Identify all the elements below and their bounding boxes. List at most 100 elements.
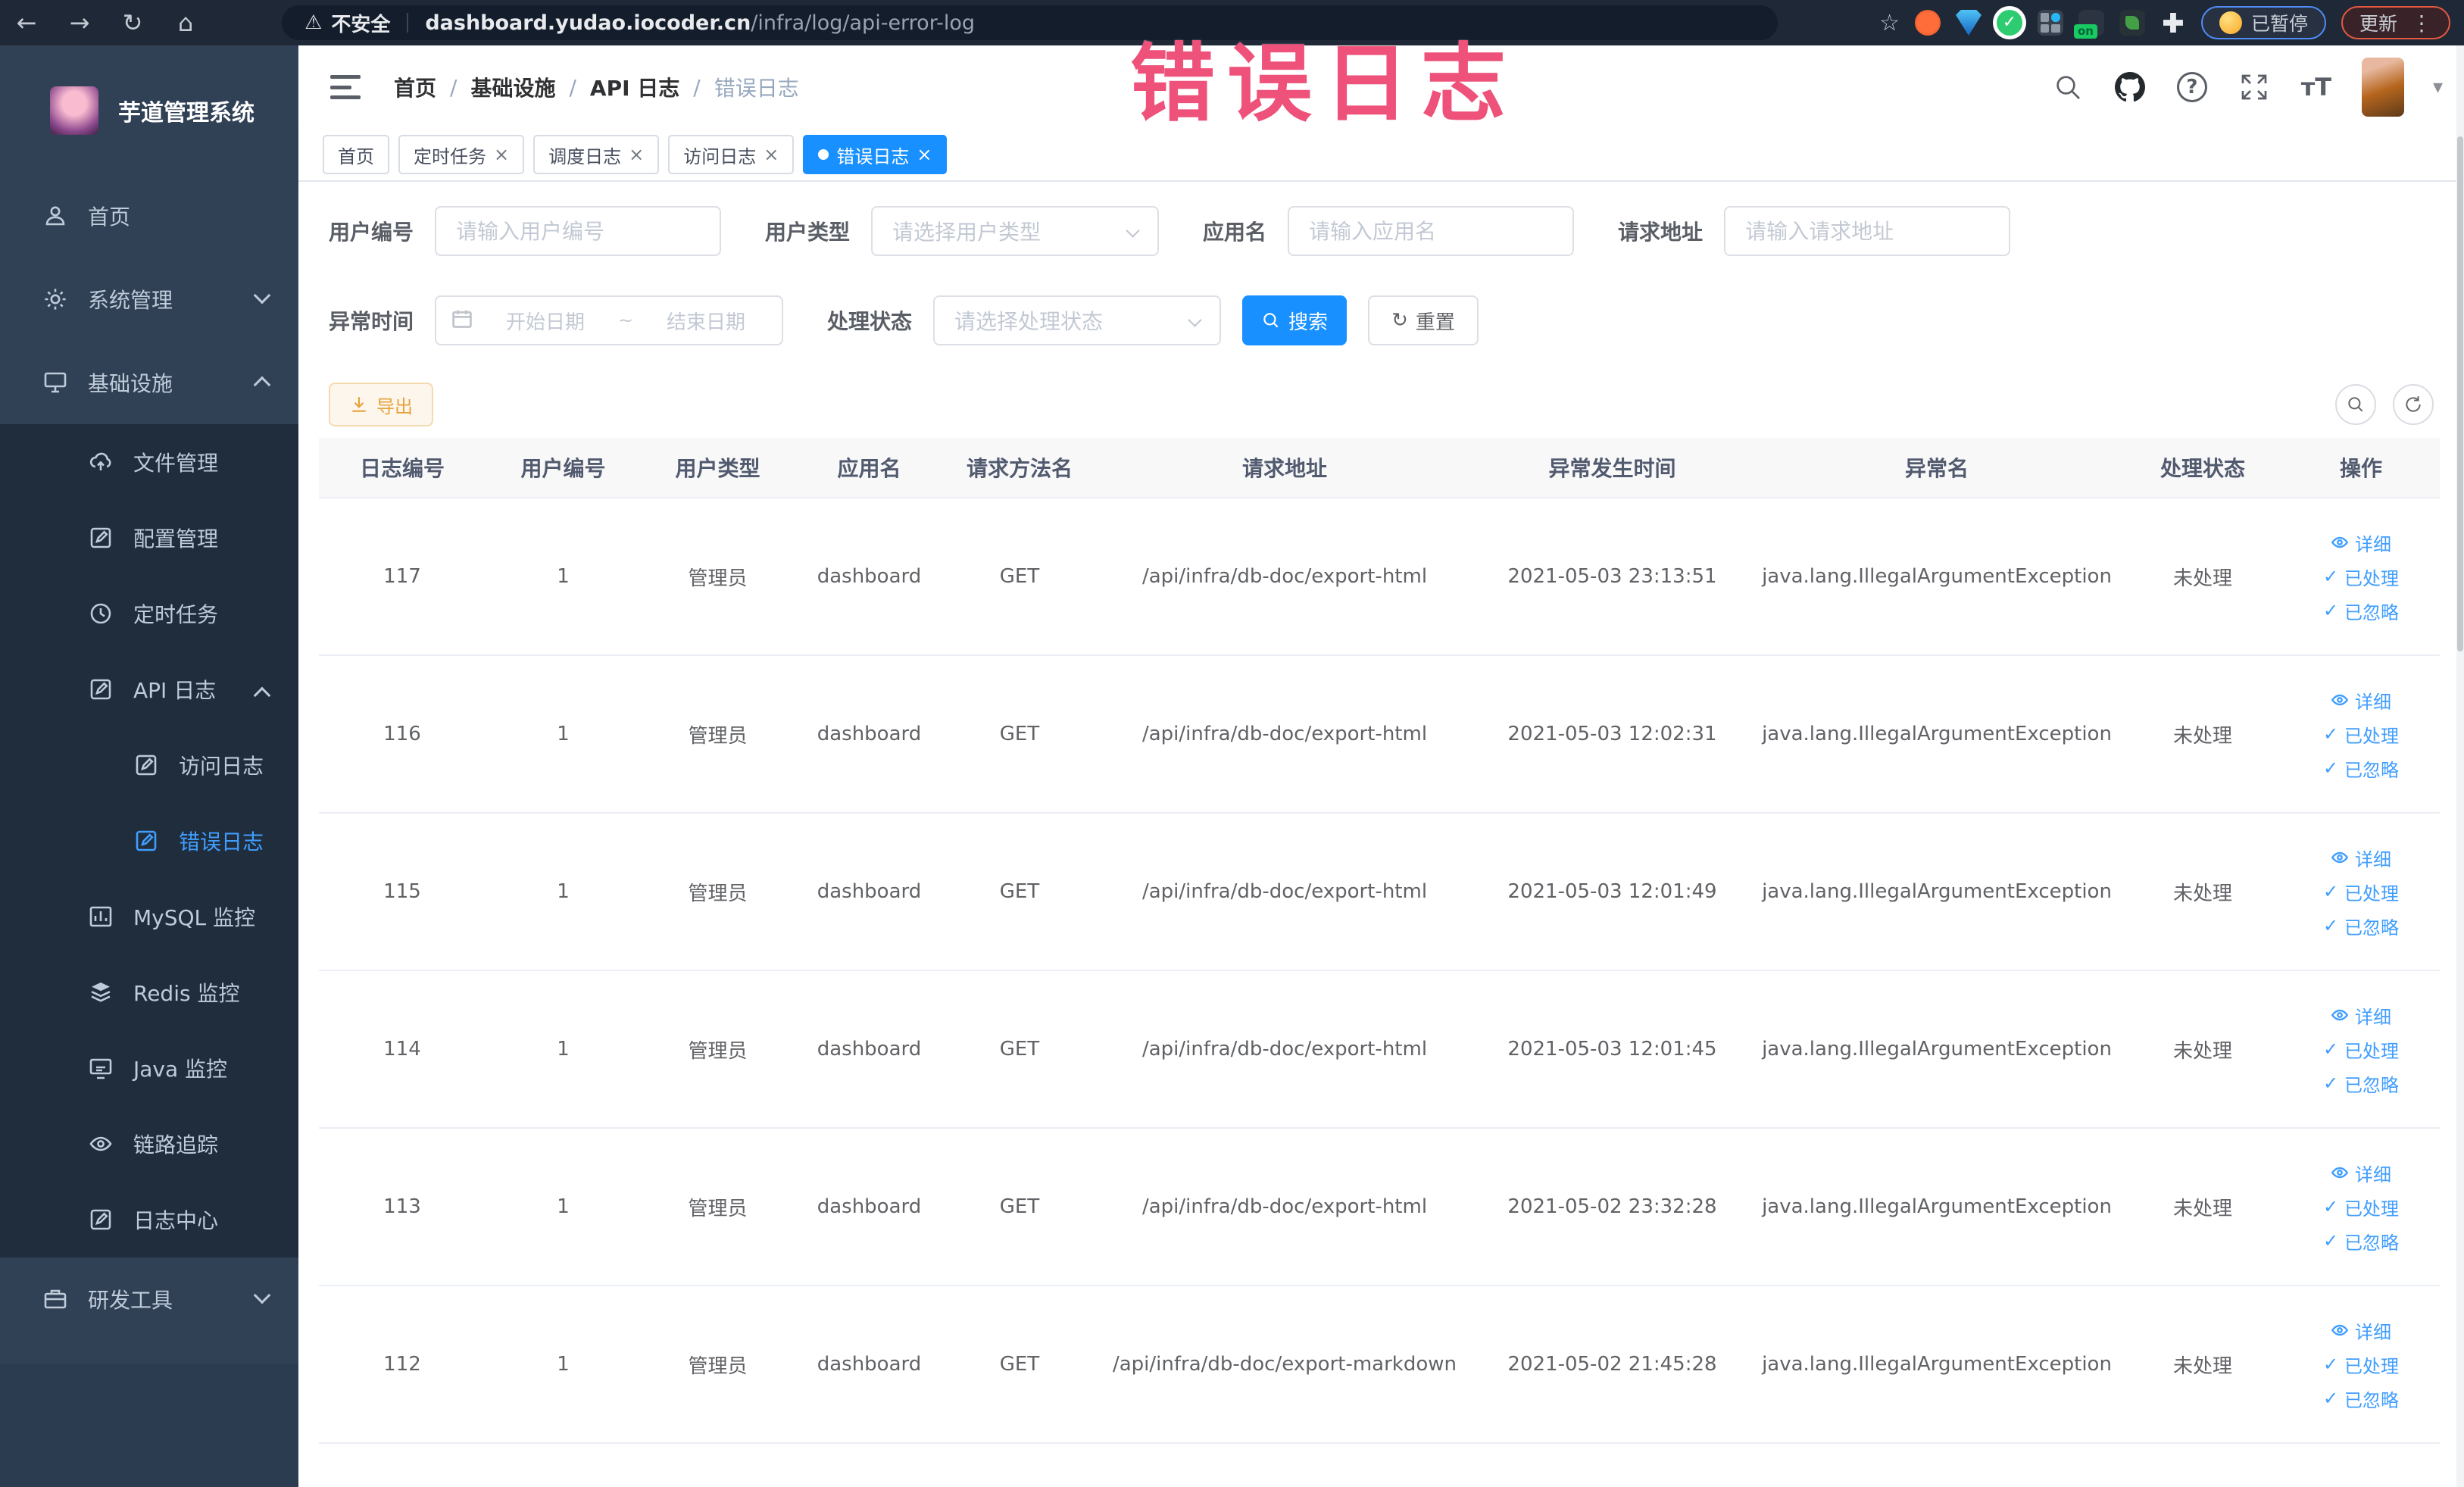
browser-update-pill[interactable]: 更新 ⋮ [2341,6,2450,39]
sidebar-item-system-mgmt[interactable]: 系统管理 [0,258,298,341]
close-icon[interactable]: × [764,144,779,165]
cell-user-id: 1 [557,1038,570,1061]
bookmark-star-icon[interactable]: ☆ [1879,10,1900,36]
detail-link[interactable]: 详细 [2331,1002,2391,1029]
update-pill-label: 更新 [2359,13,2397,35]
mark-processed-link[interactable]: ✓ 已处理 [2323,564,2399,590]
sidebar-item-config-mgmt[interactable]: 配置管理 [0,500,298,576]
mark-processed-link[interactable]: ✓ 已处理 [2323,1351,2399,1378]
tab-error-log[interactable]: 错误日志 × [803,135,948,174]
mark-ignored-link[interactable]: ✓ 已忽略 [2323,598,2399,624]
back-icon[interactable]: ← [0,8,53,37]
extension-orange-icon[interactable] [1914,10,1941,36]
hamburger-icon[interactable] [330,75,361,99]
sidebar-item-label: 错误日志 [179,829,264,854]
date-range-picker[interactable]: 开始日期 ~ 结束日期 [435,295,784,345]
sidebar-item-java-monitor[interactable]: Java 监控 [0,1030,298,1106]
refresh-table-button[interactable] [2393,384,2434,425]
reset-button[interactable]: ↻ 重置 [1368,295,1479,345]
sidebar-item-error-log[interactable]: 错误日志 [0,803,298,879]
sidebar: 芋道管理系统 首页 系统管理 基础设施 文件管理 配置管理 定时任务 API 日… [0,45,298,1487]
search-toggle-icon [2348,397,2363,412]
extensions-puzzle-icon[interactable] [2160,10,2186,36]
extension-grid-icon[interactable] [2037,10,2063,36]
mark-processed-link[interactable]: ✓ 已处理 [2323,721,2399,748]
sidebar-item-access-log[interactable]: 访问日志 [0,727,298,803]
sidebar-item-scheduled-jobs[interactable]: 定时任务 [0,576,298,651]
mark-ignored-link[interactable]: ✓ 已忽略 [2323,1228,2399,1254]
sidebar-item-redis-monitor[interactable]: Redis 监控 [0,954,298,1030]
sidebar-item-api-log[interactable]: API 日志 [0,651,298,727]
sidebar-item-label: MySQL 监控 [133,905,256,930]
sidebar-item-dev-tools[interactable]: 研发工具 [0,1257,298,1341]
security-label[interactable]: 不安全 [331,9,390,37]
mark-processed-link[interactable]: ✓ 已处理 [2323,1036,2399,1063]
mark-processed-link[interactable]: ✓ 已处理 [2323,1194,2399,1220]
sidebar-item-mysql-monitor[interactable]: MySQL 监控 [0,879,298,954]
close-icon[interactable]: × [494,144,509,165]
filter-label: 用户类型 [765,220,851,245]
extension-check-icon[interactable]: ✓ [1996,10,2022,36]
tab-scheduled-jobs[interactable]: 定时任务 × [398,135,525,174]
forward-icon[interactable]: → [53,8,106,37]
mark-ignored-link[interactable]: ✓ 已忽略 [2323,913,2399,939]
cell-user-type: 管理员 [688,1354,748,1378]
detail-link[interactable]: 详细 [2331,530,2391,556]
font-size-icon[interactable]: тT [2300,70,2333,104]
page-scrollbar[interactable] [2456,45,2464,1487]
mark-processed-link[interactable]: ✓ 已处理 [2323,879,2399,905]
detail-link[interactable]: 详细 [2331,687,2391,714]
tab-schedule-log[interactable]: 调度日志 × [533,135,660,174]
detail-link[interactable]: 详细 [2331,1317,2391,1344]
search-button[interactable]: 搜索 [1242,295,1348,345]
export-button[interactable]: 导出 [329,383,433,426]
app-name-input[interactable] [1288,206,1575,256]
select-placeholder: 请选择用户类型 [892,220,1042,245]
sidebar-item-file-mgmt[interactable]: 文件管理 [0,424,298,500]
browser-menu-icon[interactable]: ⋮ [2411,11,2432,36]
mark-ignored-link[interactable]: ✓ 已忽略 [2323,1070,2399,1097]
detail-link[interactable]: 详细 [2331,1160,2391,1186]
end-date-placeholder: 结束日期 [667,311,746,334]
toggle-search-button[interactable] [2335,384,2376,425]
fullscreen-icon[interactable] [2238,70,2271,104]
mark-ignored-link[interactable]: ✓ 已忽略 [2323,1385,2399,1412]
detail-link[interactable]: 详细 [2331,845,2391,871]
user-avatar[interactable] [2361,58,2404,117]
sidebar-item-log-center[interactable]: 日志中心 [0,1182,298,1257]
extension-sprout-icon[interactable] [2119,10,2145,36]
breadcrumb-item[interactable]: 首页 [394,72,436,102]
close-icon[interactable]: × [629,144,644,165]
close-icon[interactable]: × [917,144,932,165]
mark-ignored-link[interactable]: ✓ 已忽略 [2323,755,2399,782]
sidebar-item-infrastructure[interactable]: 基础设施 [0,341,298,424]
scrollbar-thumb[interactable] [2457,136,2463,651]
home-icon[interactable]: ⌂ [159,8,212,37]
extension-git-icon[interactable]: on [2073,10,2104,39]
request-url-input[interactable] [1724,206,2011,256]
tab-access-log[interactable]: 访问日志 × [668,135,795,174]
search-icon[interactable] [2051,70,2085,104]
sidebar-item-tracing[interactable]: 链路追踪 [0,1106,298,1182]
sidebar-item-home[interactable]: 首页 [0,174,298,258]
tab-home[interactable]: 首页 [323,135,389,174]
avatar-caret-icon[interactable]: ▾ [2433,76,2443,98]
cell-actions: 详细 ✓ 已处理 ✓ 已忽略 [2282,831,2440,953]
cell-log-id: 116 [383,723,421,745]
github-icon[interactable] [2113,70,2147,104]
breadcrumb-item[interactable]: 基础设施 [470,72,555,102]
monitor-icon [42,370,68,395]
process-status-select[interactable]: 请选择处理状态 [933,295,1222,345]
extension-shield-icon[interactable] [1955,10,1982,36]
help-icon[interactable]: ? [2175,70,2209,104]
breadcrumb-item[interactable]: API 日志 [590,72,679,102]
sidebar-logo[interactable]: 芋道管理系统 [0,45,298,159]
screen: ← → ↻ ⌂ ⚠ 不安全 dashboard.yudao.iocoder.cn… [0,0,2464,1487]
browser-profile-pill[interactable]: 已暂停 [2200,6,2326,39]
address-bar[interactable]: ⚠ 不安全 dashboard.yudao.iocoder.cn/infra/l… [282,5,1778,40]
user-type-select[interactable]: 请选择用户类型 [871,206,1160,256]
refresh-icon [2406,396,2421,412]
cell-exception-name: java.lang.IllegalArgumentException [1762,880,2112,903]
user-id-input[interactable] [435,206,722,256]
reload-icon[interactable]: ↻ [106,8,159,37]
